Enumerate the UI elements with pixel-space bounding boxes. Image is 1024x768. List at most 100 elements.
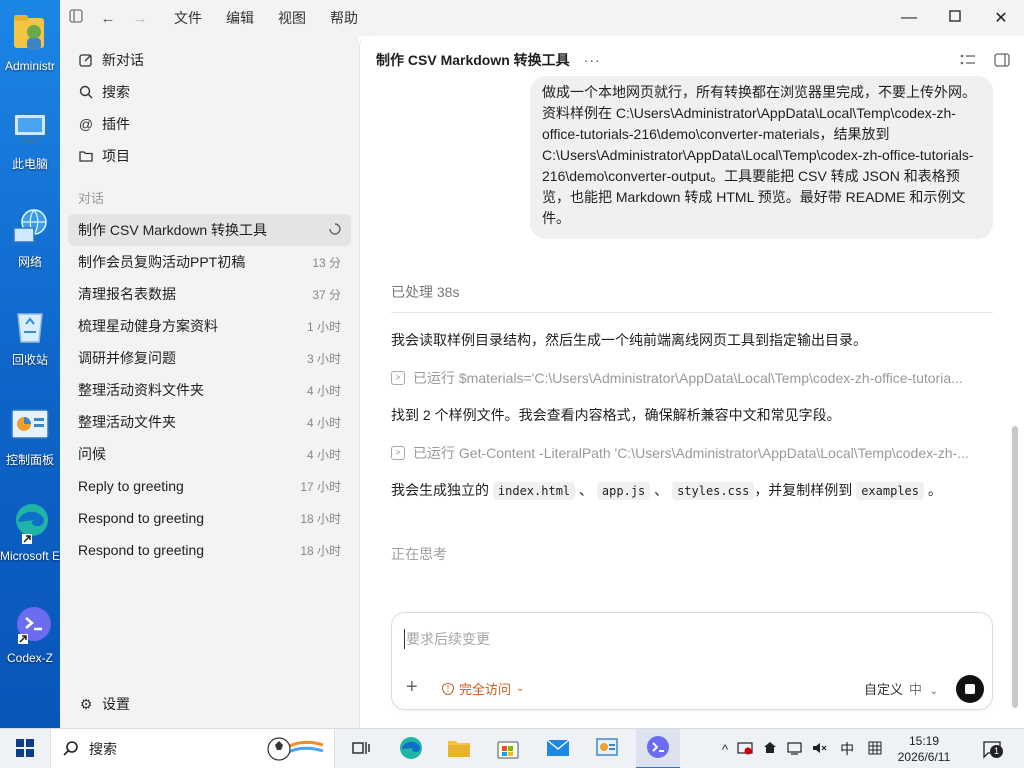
chevron-up-icon[interactable]: ^: [722, 742, 728, 757]
desktop-icon-recycle-bin[interactable]: 回收站: [0, 304, 60, 368]
conversation-title: 问候: [78, 446, 106, 462]
conversation-item[interactable]: 制作会员复购活动PPT初稿 13 分: [68, 246, 351, 278]
sidebar-toggle-button[interactable]: [60, 0, 92, 36]
conversation-item[interactable]: Respond to greeting 18 小时: [68, 502, 351, 534]
filename-code: examples: [856, 482, 924, 500]
user-message-text: 做成一个本地网页就行，所有转换都在浏览器里完成，不要上传外网。资料样例在 C:\…: [542, 84, 976, 226]
desktop-icon-control-panel[interactable]: 控制面板: [0, 404, 60, 468]
loading-spinner-icon: [329, 222, 341, 238]
conversation-item[interactable]: Reply to greeting 17 小时: [68, 470, 351, 502]
stop-button[interactable]: [956, 675, 984, 703]
scrollbar[interactable]: [1012, 426, 1018, 708]
forward-button[interactable]: →: [124, 0, 156, 36]
processed-status[interactable]: 已处理 38s: [391, 282, 993, 313]
menu-edit[interactable]: 编辑: [214, 0, 266, 36]
list-icon[interactable]: [958, 50, 978, 70]
start-button[interactable]: [6, 729, 44, 768]
settings-label: 设置: [102, 696, 130, 712]
desktop: Administr 此电脑 网络 回收站 控制面板 Microsoft Edge: [0, 0, 60, 728]
display-icon[interactable]: [787, 741, 803, 758]
notification-button[interactable]: 1: [982, 729, 1003, 768]
title-bar: ← → 文件 编辑 视图 帮助 — ✕: [60, 0, 1024, 36]
more-options-button[interactable]: ···: [584, 52, 601, 68]
terminal-icon: >: [391, 446, 405, 460]
clock-time: 15:19: [908, 734, 940, 748]
command-run-row[interactable]: > 已运行 $materials='C:\Users\Administrator…: [391, 368, 981, 388]
conversations-section-label: 对话: [78, 191, 105, 206]
taskbar-search[interactable]: 搜索: [50, 729, 335, 768]
back-button[interactable]: ←: [92, 0, 124, 36]
desktop-icon-administrator[interactable]: Administr: [0, 10, 60, 74]
conversation-item[interactable]: 调研并修复问题 3 小时: [68, 342, 351, 374]
desktop-icon-label: Administr: [4, 59, 55, 73]
message-text: ，并复制样例到: [754, 482, 853, 498]
conversation-item[interactable]: 清理报名表数据 37 分: [68, 278, 351, 310]
minimize-button[interactable]: —: [886, 0, 932, 36]
sidebar-item-plugins[interactable]: @ 插件: [60, 108, 359, 140]
command-run-text: 已运行 $materials='C:\Users\Administrator\A…: [413, 370, 963, 386]
taskbar-store[interactable]: [490, 729, 526, 768]
add-attachment-button[interactable]: +: [406, 677, 418, 697]
network-icon: [8, 206, 52, 250]
sidebar-item-search[interactable]: 搜索: [60, 76, 359, 108]
conversation-title: 制作会员复购活动PPT初稿: [78, 254, 246, 270]
taskbar-file-explorer[interactable]: [441, 729, 477, 768]
desktop-icon-codex[interactable]: Codex-Z: [0, 602, 60, 666]
close-button[interactable]: ✕: [978, 0, 1024, 36]
desktop-icon-label: Microsoft Edge: [0, 549, 60, 563]
conversation-title: 调研并修复问题: [78, 350, 176, 366]
conversation-time: 37 分: [312, 287, 341, 302]
at-icon: @: [78, 116, 94, 132]
menu-view[interactable]: 视图: [266, 0, 318, 36]
conversation-item[interactable]: 问候 4 小时: [68, 438, 351, 470]
task-view-button[interactable]: [344, 729, 378, 768]
app-window: ← → 文件 编辑 视图 帮助 — ✕ 新对话 搜索 @ 插件 项目 对话 制作…: [60, 0, 1024, 728]
taskbar-mail[interactable]: [540, 729, 576, 768]
maximize-button[interactable]: [932, 0, 978, 36]
folder-icon: [78, 148, 94, 164]
ime-indicator[interactable]: 中: [840, 739, 854, 759]
mail-icon: [546, 738, 570, 760]
model-dropdown[interactable]: 自定义中 ⌄: [864, 679, 938, 698]
taskbar-control-panel[interactable]: [589, 729, 625, 768]
menu-file[interactable]: 文件: [162, 0, 214, 36]
desktop-icon-network[interactable]: 网络: [0, 206, 60, 270]
sidebar-item-label: 搜索: [102, 84, 130, 100]
sidebar-item-projects[interactable]: 项目: [60, 140, 359, 172]
assistant-message: 我会读取样例目录结构，然后生成一个纯前端离线网页工具到指定输出目录。: [391, 332, 867, 348]
settings-button[interactable]: ⚙ 设置: [60, 688, 130, 720]
desktop-icon-edge[interactable]: Microsoft Edge: [0, 500, 60, 564]
panel-toggle-icon[interactable]: [992, 50, 1012, 70]
conversation-title: Respond to greeting: [78, 542, 205, 558]
sidebar-item-new-chat[interactable]: 新对话: [60, 44, 359, 76]
desktop-icon-this-pc[interactable]: 此电脑: [0, 108, 60, 172]
security-icon[interactable]: [737, 741, 753, 758]
taskbar-codex[interactable]: [636, 729, 680, 768]
menu-help[interactable]: 帮助: [318, 0, 370, 36]
taskbar-edge[interactable]: [393, 729, 429, 768]
user-folder-icon: [8, 10, 52, 54]
access-mode-dropdown[interactable]: ! 完全访问 ⌄: [442, 679, 524, 698]
clock-date: 2026/6/11: [897, 750, 951, 764]
maximize-icon: [949, 9, 961, 27]
notification-icon: 1: [982, 739, 1003, 759]
conversation-item[interactable]: 梳理星动健身方案资料 1 小时: [68, 310, 351, 342]
message-text: 。: [927, 482, 942, 498]
ime-grid-icon[interactable]: [868, 741, 882, 758]
command-run-row[interactable]: > 已运行 Get-Content -LiteralPath 'C:\Users…: [391, 443, 981, 463]
conversation-time: 4 小时: [306, 447, 341, 462]
task-view-icon: [352, 740, 370, 759]
conversation-item[interactable]: 整理活动文件夹 4 小时: [68, 406, 351, 438]
network-status-icon[interactable]: [762, 741, 778, 758]
conversation-item[interactable]: 整理活动资料文件夹 4 小时: [68, 374, 351, 406]
volume-muted-icon[interactable]: [812, 741, 828, 758]
conversation-time: 3 小时: [306, 351, 341, 366]
conversation-item[interactable]: 制作 CSV Markdown 转换工具: [68, 214, 351, 246]
follow-up-input[interactable]: 要求后续变更: [404, 629, 490, 649]
clock[interactable]: 15:19 2026/6/11: [896, 729, 952, 768]
conversation-title: 梳理星动健身方案资料: [78, 318, 218, 334]
search-icon: [63, 740, 79, 759]
conversation-item[interactable]: Respond to greeting 18 小时: [68, 534, 351, 566]
sidebar: 新对话 搜索 @ 插件 项目 对话 制作 CSV Markdown 转换工具 制…: [60, 36, 359, 728]
close-icon: ✕: [994, 10, 1008, 27]
